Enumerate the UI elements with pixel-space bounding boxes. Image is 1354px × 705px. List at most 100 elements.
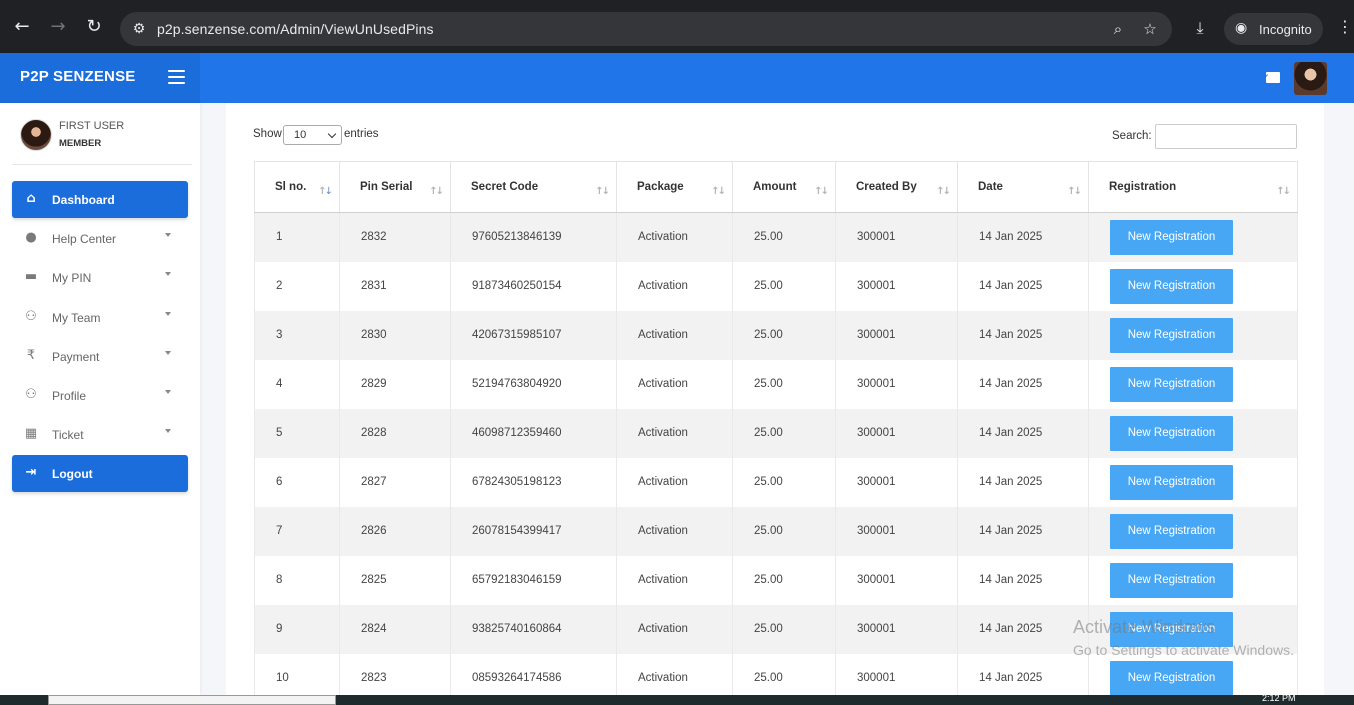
cell-created-by: 300001 (835, 310, 958, 360)
cell-registration: New Registration (1088, 212, 1298, 262)
incognito-badge[interactable]: ◉ Incognito (1224, 13, 1323, 45)
cell-created-by: 300001 (835, 604, 958, 654)
sidebar-item-dashboard[interactable]: ⌂ Dashboard (12, 181, 188, 218)
url-path: /Admin/ViewUnUsedPins (276, 21, 434, 37)
column-header-date[interactable]: Date ↑↓ (957, 161, 1089, 213)
new-registration-button[interactable]: New Registration (1110, 219, 1233, 255)
sort-icon: ↑↓ (318, 186, 333, 197)
column-header-sl-no[interactable]: Sl no. ↑↓ (254, 161, 340, 213)
cell-package: Activation (616, 555, 733, 605)
cell-secret-code: 67824305198123 (450, 457, 617, 507)
cell-sl-no: 2 (254, 261, 340, 311)
sidebar-item-logout[interactable]: ⇥ Logout (12, 455, 188, 492)
cell-date: 14 Jan 2025 (957, 457, 1089, 507)
cell-amount: 25.00 (732, 457, 836, 507)
incognito-label: Incognito (1259, 22, 1312, 37)
table-header-row: Sl no. ↑↓ Pin Serial ↑↓ Secret Code ↑↓ Pack… (254, 161, 1298, 213)
browser-menu-icon[interactable]: ⋮ (1337, 17, 1353, 37)
column-header-pin-serial[interactable]: Pin Serial ↑↓ (339, 161, 451, 213)
cell-registration: New Registration (1088, 457, 1298, 507)
sidebar-item-my-pin[interactable]: ▬ My PIN (12, 259, 188, 296)
cell-date: 14 Jan 2025 (957, 408, 1089, 458)
column-header-package[interactable]: Package ↑↓ (616, 161, 733, 213)
show-label: Show (253, 128, 282, 140)
new-registration-button[interactable]: New Registration (1110, 317, 1233, 353)
new-registration-button[interactable]: New Registration (1110, 464, 1233, 500)
sidebar-item-label: My Team (52, 311, 101, 325)
url-host: p2p.senzense.com (157, 21, 277, 37)
cell-pin-serial: 2828 (339, 408, 451, 458)
cell-created-by: 300001 (835, 555, 958, 605)
caret-down-icon (165, 390, 171, 394)
caret-down-icon (165, 429, 171, 433)
new-registration-button[interactable]: New Registration (1110, 366, 1233, 402)
taskbar-search[interactable] (48, 695, 336, 705)
mail-icon[interactable] (1266, 72, 1280, 83)
cell-secret-code: 91873460250154 (450, 261, 617, 311)
cell-date: 14 Jan 2025 (957, 555, 1089, 605)
menu-toggle-icon[interactable] (168, 70, 185, 84)
brand-bar: P2P SENZENSE (0, 53, 200, 103)
back-arrow-icon[interactable]: ← (12, 17, 32, 37)
cell-registration: New Registration (1088, 310, 1298, 360)
bookmark-star-icon[interactable]: ☆ (1140, 19, 1160, 39)
sidebar-item-label: My PIN (52, 271, 92, 285)
column-header-registration[interactable]: Registration ↑↓ (1088, 161, 1298, 213)
sidebar-item-label: Ticket (52, 428, 84, 442)
column-header-secret-code[interactable]: Secret Code ↑↓ (450, 161, 617, 213)
cell-package: Activation (616, 604, 733, 654)
home-icon: ⌂ (26, 191, 36, 206)
sidebar-item-profile[interactable]: ⚇ Profile (12, 377, 188, 414)
cell-secret-code: 65792183046159 (450, 555, 617, 605)
entries-value: 10 (294, 129, 307, 141)
cell-created-by: 300001 (835, 359, 958, 409)
address-bar[interactable]: ⚙ p2p.senzense.com/Admin/ViewUnUsedPins … (120, 12, 1172, 46)
new-registration-button[interactable]: New Registration (1110, 562, 1233, 598)
zoom-icon[interactable]: ⌕ (1108, 19, 1128, 39)
new-registration-button[interactable]: New Registration (1110, 513, 1233, 549)
column-header-amount[interactable]: Amount ↑↓ (732, 161, 836, 213)
caret-down-icon (165, 233, 171, 237)
cell-created-by: 300001 (835, 408, 958, 458)
tab-strip (0, 0, 1354, 6)
cell-package: Activation (616, 408, 733, 458)
cell-registration: New Registration (1088, 555, 1298, 605)
url-text[interactable]: p2p.senzense.com/Admin/ViewUnUsedPins (157, 21, 434, 37)
reload-icon[interactable]: ↻ (84, 17, 104, 37)
new-registration-button[interactable]: New Registration (1110, 415, 1233, 451)
caret-down-icon (165, 312, 171, 316)
new-registration-button[interactable]: New Registration (1110, 268, 1233, 304)
column-header-label: Sl no. (275, 181, 307, 193)
sign-out-icon: ⇥ (25, 465, 37, 480)
table-row: 7 2826 26078154399417 Activation 25.00 300001… (254, 506, 1298, 556)
forward-arrow-icon[interactable]: → (48, 17, 68, 37)
cell-package: Activation (616, 359, 733, 409)
search-input[interactable] (1155, 124, 1297, 149)
brand-title[interactable]: P2P SENZENSE (20, 68, 136, 85)
column-header-created-by[interactable]: Created By ↑↓ (835, 161, 958, 213)
entries-select[interactable]: 10 (283, 125, 342, 145)
sort-icon: ↑↓ (1276, 186, 1291, 197)
cell-package: Activation (616, 212, 733, 262)
cell-registration: New Registration (1088, 506, 1298, 556)
cell-pin-serial: 2832 (339, 212, 451, 262)
table-row: 4 2829 52194763804920 Activation 25.00 300001… (254, 359, 1298, 409)
sidebar-item-ticket[interactable]: ▦ Ticket (12, 416, 188, 453)
table-row: 2 2831 91873460250154 Activation 25.00 300001… (254, 261, 1298, 311)
windows-activation-subtitle: Go to Settings to activate Windows. (1073, 642, 1294, 658)
download-icon[interactable]: ⤓ (1190, 18, 1210, 38)
sidebar-item-my-team[interactable]: ⚇ My Team (12, 299, 188, 336)
new-registration-button[interactable]: New Registration (1110, 660, 1233, 696)
header-avatar[interactable] (1294, 62, 1327, 95)
taskbar-clock: 2:12 PM (1262, 693, 1296, 703)
site-settings-icon[interactable]: ⚙ (130, 20, 148, 38)
sort-icon: ↑↓ (936, 186, 951, 197)
cell-sl-no: 8 (254, 555, 340, 605)
sidebar-item-payment[interactable]: ₹ Payment (12, 338, 188, 375)
top-navbar (200, 53, 1354, 103)
cell-created-by: 300001 (835, 261, 958, 311)
sidebar-item-help-center[interactable]: ● Help Center (12, 220, 188, 257)
cell-registration: New Registration (1088, 261, 1298, 311)
cell-pin-serial: 2829 (339, 359, 451, 409)
caret-down-icon (165, 272, 171, 276)
